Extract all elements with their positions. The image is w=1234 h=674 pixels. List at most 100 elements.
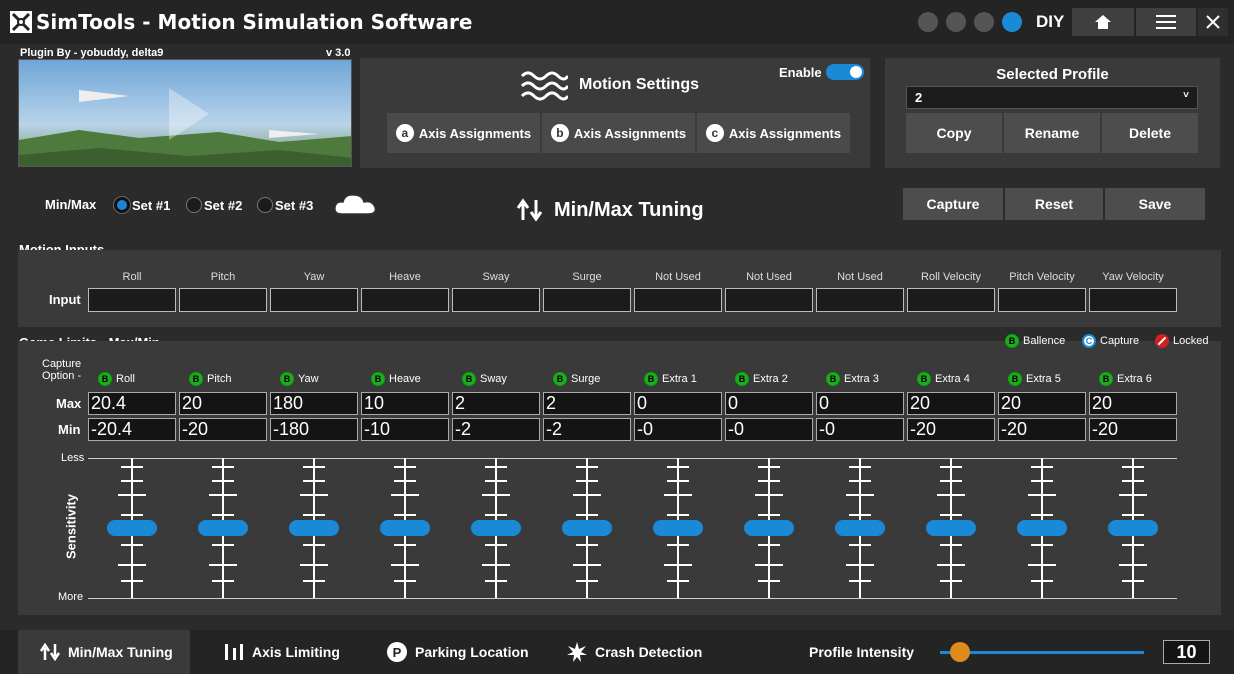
sensitivity-handle[interactable]: [471, 520, 521, 536]
input-field[interactable]: [998, 288, 1086, 312]
min-value-field[interactable]: -20.4: [88, 418, 176, 441]
min-value-field[interactable]: -0: [725, 418, 813, 441]
sensitivity-slider[interactable]: [471, 458, 521, 598]
ballence-badge-icon[interactable]: B: [371, 372, 385, 386]
ballence-badge-icon[interactable]: B: [1008, 372, 1022, 386]
sensitivity-slider[interactable]: [380, 458, 430, 598]
limit-col-header[interactable]: B Sway: [462, 372, 507, 386]
min-value-field[interactable]: -20: [998, 418, 1086, 441]
sensitivity-handle[interactable]: [107, 520, 157, 536]
set-3-radio[interactable]: [257, 197, 273, 213]
reset-button[interactable]: Reset: [1005, 188, 1103, 220]
axis-assignments-b-button[interactable]: b Axis Assignments: [542, 113, 695, 153]
input-field[interactable]: [907, 288, 995, 312]
power-icon[interactable]: [1002, 12, 1022, 32]
max-value-field[interactable]: 20.4: [88, 392, 176, 415]
sensitivity-handle[interactable]: [653, 520, 703, 536]
ballence-badge-icon[interactable]: B: [189, 372, 203, 386]
tab-axis-limiting[interactable]: Axis Limiting: [224, 630, 340, 674]
delete-button[interactable]: Delete: [1102, 113, 1198, 153]
intensity-value-field[interactable]: 10: [1163, 640, 1210, 664]
sensitivity-slider[interactable]: [198, 458, 248, 598]
max-value-field[interactable]: 2: [452, 392, 540, 415]
min-value-field[interactable]: -2: [543, 418, 631, 441]
sensitivity-handle[interactable]: [380, 520, 430, 536]
tab-minmax-tuning[interactable]: Min/Max Tuning: [40, 630, 173, 674]
sensitivity-slider[interactable]: [1108, 458, 1158, 598]
limit-col-header[interactable]: B Roll: [98, 372, 135, 386]
sensitivity-slider[interactable]: [107, 458, 157, 598]
limit-col-header[interactable]: B Extra 5: [1008, 372, 1061, 386]
sensitivity-slider[interactable]: [1017, 458, 1067, 598]
intensity-slider-track[interactable]: [940, 651, 1144, 654]
rename-button[interactable]: Rename: [1004, 113, 1100, 153]
input-field[interactable]: [725, 288, 813, 312]
capture-button[interactable]: Capture: [903, 188, 1003, 220]
max-value-field[interactable]: 0: [725, 392, 813, 415]
max-value-field[interactable]: 0: [634, 392, 722, 415]
menu-button[interactable]: [1136, 8, 1196, 36]
input-field[interactable]: [543, 288, 631, 312]
set-1-radio[interactable]: [114, 197, 130, 213]
sensitivity-handle[interactable]: [1017, 520, 1067, 536]
input-field[interactable]: [179, 288, 267, 312]
min-value-field[interactable]: -0: [816, 418, 904, 441]
sensitivity-handle[interactable]: [744, 520, 794, 536]
ballence-badge-icon[interactable]: B: [644, 372, 658, 386]
cloud-icon[interactable]: [332, 190, 378, 218]
wrench-icon[interactable]: [974, 12, 994, 32]
sensitivity-slider[interactable]: [653, 458, 703, 598]
limit-col-header[interactable]: B Pitch: [189, 372, 231, 386]
input-field[interactable]: [361, 288, 449, 312]
limit-col-header[interactable]: B Extra 3: [826, 372, 879, 386]
limit-col-header[interactable]: B Extra 2: [735, 372, 788, 386]
upload-icon[interactable]: [918, 12, 938, 32]
ballence-badge-icon[interactable]: B: [735, 372, 749, 386]
max-value-field[interactable]: 20: [1089, 392, 1177, 415]
max-value-field[interactable]: 20: [179, 392, 267, 415]
sensitivity-handle[interactable]: [198, 520, 248, 536]
min-value-field[interactable]: -20: [907, 418, 995, 441]
profile-select[interactable]: 2 ˅: [906, 86, 1198, 109]
limit-col-header[interactable]: B Surge: [553, 372, 600, 386]
sensitivity-slider[interactable]: [562, 458, 612, 598]
close-button[interactable]: [1198, 8, 1228, 36]
input-field[interactable]: [634, 288, 722, 312]
copy-button[interactable]: Copy: [906, 113, 1002, 153]
axis-assignments-a-button[interactable]: a Axis Assignments: [387, 113, 540, 153]
min-value-field[interactable]: -10: [361, 418, 449, 441]
set-2-radio[interactable]: [186, 197, 202, 213]
limit-col-header[interactable]: B Extra 4: [917, 372, 970, 386]
tab-parking-location[interactable]: P Parking Location: [387, 630, 529, 674]
input-field[interactable]: [452, 288, 540, 312]
max-value-field[interactable]: 180: [270, 392, 358, 415]
ballence-badge-icon[interactable]: B: [98, 372, 112, 386]
sensitivity-handle[interactable]: [1108, 520, 1158, 536]
sensitivity-slider[interactable]: [744, 458, 794, 598]
save-button[interactable]: Save: [1105, 188, 1205, 220]
gear-icon[interactable]: [946, 12, 966, 32]
max-value-field[interactable]: 10: [361, 392, 449, 415]
sensitivity-handle[interactable]: [289, 520, 339, 536]
ballence-badge-icon[interactable]: B: [1099, 372, 1113, 386]
sensitivity-handle[interactable]: [835, 520, 885, 536]
min-value-field[interactable]: -2: [452, 418, 540, 441]
max-value-field[interactable]: 20: [907, 392, 995, 415]
ballence-badge-icon[interactable]: B: [917, 372, 931, 386]
min-value-field[interactable]: -180: [270, 418, 358, 441]
sensitivity-handle[interactable]: [926, 520, 976, 536]
limit-col-header[interactable]: B Heave: [371, 372, 421, 386]
input-field[interactable]: [1089, 288, 1177, 312]
min-value-field[interactable]: -20: [179, 418, 267, 441]
max-value-field[interactable]: 20: [998, 392, 1086, 415]
enable-toggle[interactable]: [826, 64, 864, 80]
limit-col-header[interactable]: B Extra 6: [1099, 372, 1152, 386]
tab-crash-detection[interactable]: Crash Detection: [567, 630, 702, 674]
limit-col-header[interactable]: B Extra 1: [644, 372, 697, 386]
limit-col-header[interactable]: B Yaw: [280, 372, 319, 386]
input-field[interactable]: [816, 288, 904, 312]
ballence-badge-icon[interactable]: B: [280, 372, 294, 386]
sensitivity-slider[interactable]: [926, 458, 976, 598]
ballence-badge-icon[interactable]: B: [826, 372, 840, 386]
min-value-field[interactable]: -20: [1089, 418, 1177, 441]
